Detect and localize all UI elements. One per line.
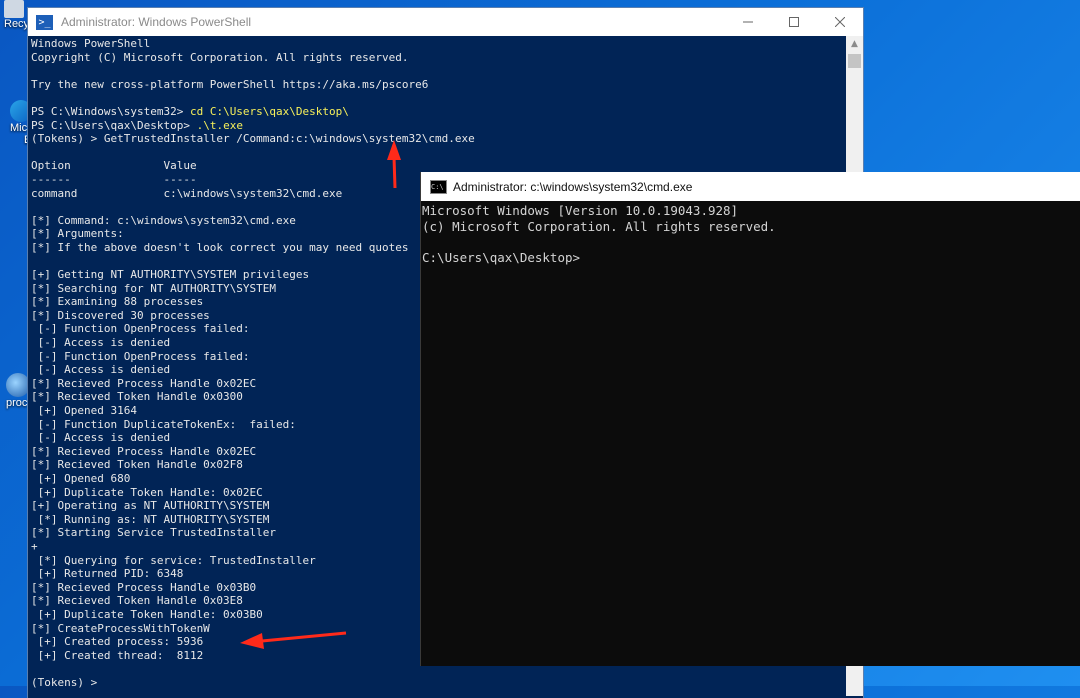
console-text: Option Value	[31, 159, 197, 173]
powershell-icon: >_	[36, 14, 53, 30]
maximize-button[interactable]	[771, 8, 817, 36]
console-text: PS C:\Windows\system32>	[31, 104, 190, 118]
console-text: [*] Recieved Token Handle 0x0300	[31, 390, 243, 404]
desktop-icon-label: proc	[6, 397, 28, 409]
console-text: [*] Recieved Token Handle 0x03E8	[31, 594, 243, 608]
console-line: Option Value	[31, 159, 843, 173]
console-text: [*] Examining 88 processes	[31, 295, 204, 309]
console-text: [+] Operating as NT AUTHORITY\SYSTEM	[31, 499, 270, 513]
console-text: [*] If the above doesn't look correct yo…	[31, 240, 409, 254]
console-text: [+] Getting NT AUTHORITY\SYSTEM privileg…	[31, 268, 310, 282]
console-text: [*] Recieved Token Handle 0x02F8	[31, 458, 243, 472]
console-text: +	[31, 539, 38, 553]
close-icon	[835, 17, 845, 27]
console-text: [*] Recieved Process Handle 0x02EC	[31, 376, 257, 390]
console-text: PS C:\Users\qax\Desktop>	[31, 118, 197, 132]
close-button[interactable]	[817, 8, 863, 36]
console-text: [*] CreateProcessWithTokenW	[31, 621, 210, 635]
window-title: Administrator: Windows PowerShell	[61, 15, 252, 29]
console-text: [*] Running as: NT AUTHORITY\SYSTEM	[31, 512, 270, 526]
desktop-icon-label: Recy	[4, 18, 30, 30]
desktop-icon-process[interactable]: proc	[6, 373, 30, 409]
console-line: Windows PowerShell	[31, 37, 843, 51]
console-line: PS C:\Windows\system32> cd C:\Users\qax\…	[31, 105, 843, 119]
console-text: command c:\windows\system32\cmd.exe	[31, 186, 343, 200]
console-text: [-] Access is denied	[31, 363, 171, 377]
console-text: [+] Opened 680	[31, 472, 131, 485]
console-command-text: .\t.exe	[196, 118, 243, 132]
cmd-console-output[interactable]: Microsoft Windows [Version 10.0.19043.92…	[421, 201, 1080, 265]
window-title: Administrator: c:\windows\system32\cmd.e…	[453, 179, 693, 194]
maximize-icon	[789, 17, 799, 27]
scroll-up-button[interactable]: ▲	[846, 36, 863, 53]
console-text: (Tokens) > GetTrustedInstaller /Command:…	[31, 132, 475, 146]
console-text: [*] Command: c:\windows\system32\cmd.exe	[31, 213, 296, 227]
console-text: [-] Function OpenProcess failed:	[31, 349, 250, 363]
console-line: Try the new cross-platform PowerShell ht…	[31, 78, 843, 92]
console-line: Microsoft Windows [Version 10.0.19043.92…	[422, 203, 739, 218]
cmd-icon: C:\	[430, 179, 447, 194]
cmd-titlebar[interactable]: C:\ Administrator: c:\windows\system32\c…	[421, 172, 1080, 201]
console-text: [*] Discovered 30 processes	[31, 308, 210, 322]
cmd-window[interactable]: C:\ Administrator: c:\windows\system32\c…	[421, 172, 1080, 666]
minimize-icon	[743, 21, 753, 23]
console-text: [*] Querying for service: TrustedInstall…	[31, 553, 316, 567]
console-text: [-] Function OpenProcess failed:	[31, 322, 250, 336]
console-line: PS C:\Users\qax\Desktop> .\t.exe	[31, 119, 843, 133]
console-line: (c) Microsoft Corporation. All rights re…	[422, 218, 776, 234]
console-text: (Tokens) >	[31, 675, 104, 689]
scrollbar-thumb[interactable]	[848, 54, 861, 68]
minimize-button[interactable]	[725, 8, 771, 36]
recycle-bin-icon	[4, 0, 24, 18]
console-text: [+] Opened 3164	[31, 404, 137, 418]
console-line: C:\Users\qax\Desktop>	[422, 249, 581, 265]
console-text: [+] Duplicate Token Handle: 0x02EC	[31, 485, 263, 499]
console-line: (Tokens) >	[31, 676, 843, 690]
desktop-icon-recycle-bin[interactable]: Recy	[4, 0, 29, 30]
console-text: [+] Created thread: 8112	[31, 648, 204, 662]
powershell-titlebar[interactable]: >_ Administrator: Windows PowerShell	[28, 8, 863, 36]
console-text: [-] Access is denied	[31, 336, 171, 350]
console-line: Copyright (C) Microsoft Corporation. All…	[31, 51, 843, 65]
console-command-text: cd C:\Users\qax\Desktop\	[189, 104, 349, 118]
console-text: [*] Searching for NT AUTHORITY\SYSTEM	[31, 281, 277, 295]
console-text: [+] Returned PID: 6348	[31, 567, 184, 581]
console-text: [-] Function DuplicateTokenEx: failed:	[31, 417, 296, 431]
console-text: Try the new cross-platform PowerShell ht…	[31, 77, 429, 91]
process-icon	[6, 373, 30, 397]
console-text: ------ -----	[31, 172, 197, 186]
console-text: [*] Recieved Process Handle 0x02EC	[31, 444, 257, 458]
console-text: Copyright (C) Microsoft Corporation. All…	[31, 50, 409, 64]
console-text: [*] Starting Service TrustedInstaller	[31, 526, 277, 540]
console-line: (Tokens) > GetTrustedInstaller /Command:…	[31, 132, 843, 146]
console-text: [-] Access is denied	[31, 431, 171, 445]
console-text: [*] Recieved Process Handle 0x03B0	[31, 580, 257, 594]
console-text: [*] Arguments:	[31, 227, 124, 241]
console-text: Windows PowerShell	[31, 37, 151, 50]
console-text: [+] Created process: 5936	[31, 635, 204, 649]
console-text: [+] Duplicate Token Handle: 0x03B0	[31, 607, 263, 621]
